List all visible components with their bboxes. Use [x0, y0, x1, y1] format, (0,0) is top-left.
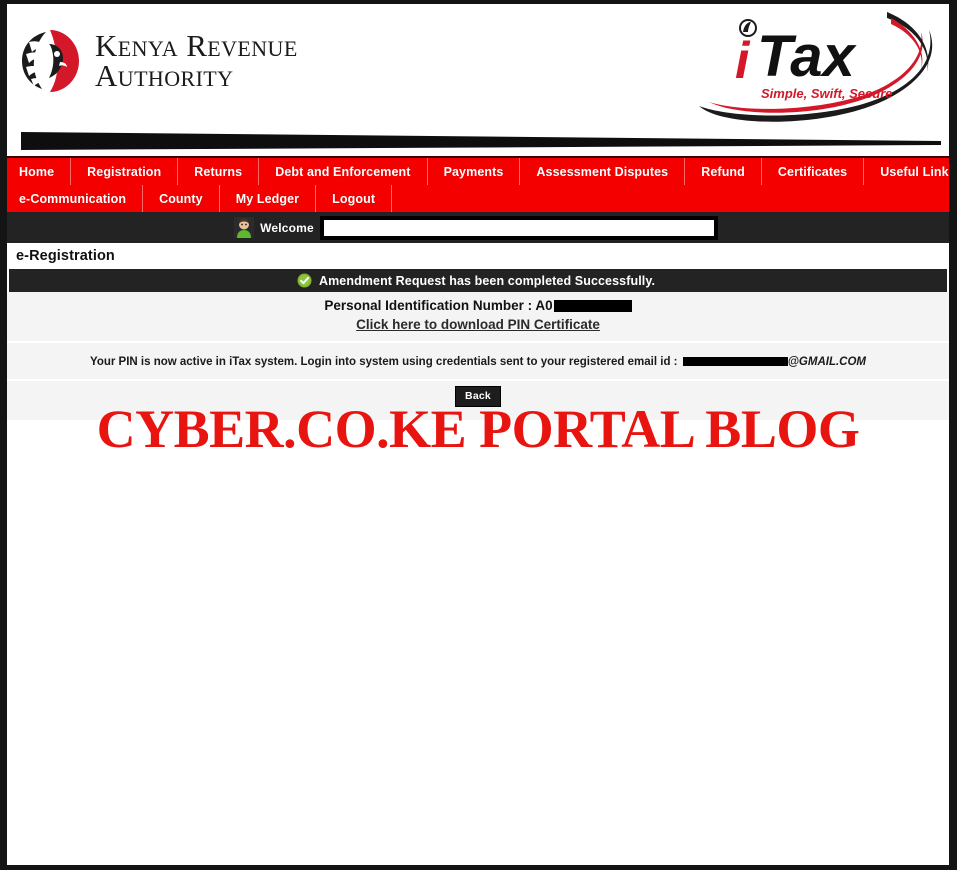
empty-page-body	[7, 422, 949, 842]
itax-logo-icon: i Tax Simple, Swift, Secure	[691, 6, 943, 124]
email-domain: @GMAIL.COM	[787, 356, 866, 368]
main-navigation: Home Registration Returns Debt and Enfor…	[7, 156, 949, 212]
tapered-rule-icon	[21, 132, 941, 150]
welcome-label: Welcome	[260, 220, 314, 235]
email-redaction	[682, 356, 788, 366]
nav-item-returns[interactable]: Returns	[178, 158, 260, 185]
nav-item-refund[interactable]: Refund	[685, 158, 762, 185]
browser-page-frame: Kenya Revenue Authority i Tax Simple, Sw…	[0, 0, 957, 870]
nav-filler-secondary	[392, 185, 949, 212]
kra-line-1: Kenya Revenue	[95, 28, 298, 64]
nav-item-useful-links[interactable]: Useful Links	[864, 158, 949, 185]
kra-wordmark: Kenya Revenue Authority	[95, 28, 298, 93]
pin-certificate-line: Click here to download PIN Certificate	[7, 315, 949, 338]
nav-item-my-ledger[interactable]: My Ledger	[220, 185, 317, 212]
nav-item-certificates[interactable]: Certificates	[762, 158, 865, 185]
success-message-bar: Amendment Request has been completed Suc…	[9, 269, 947, 292]
svg-text:i: i	[735, 32, 751, 90]
download-pin-certificate-link[interactable]: Click here to download PIN Certificate	[356, 317, 600, 332]
green-check-icon	[297, 273, 312, 288]
page-title: e-Registration	[16, 248, 115, 264]
welcome-group: Welcome	[234, 215, 718, 240]
welcome-bar: Welcome	[7, 212, 949, 243]
back-button[interactable]: Back	[455, 386, 501, 407]
nav-item-logout[interactable]: Logout	[316, 185, 393, 212]
site-header: Kenya Revenue Authority i Tax Simple, Sw…	[7, 4, 949, 126]
nav-row-secondary: e-Communication County My Ledger Logout	[7, 185, 949, 212]
email-notice-line: Your PIN is now active in iTax system. L…	[90, 356, 866, 368]
svg-text:Tax: Tax	[757, 24, 858, 89]
pin-row: Personal Identification Number : A0 Clic…	[7, 292, 949, 343]
kra-logo: Kenya Revenue Authority	[16, 28, 298, 94]
itax-tagline: Simple, Swift, Secure	[761, 86, 893, 101]
page-content: Kenya Revenue Authority i Tax Simple, Sw…	[7, 4, 949, 865]
success-group: Amendment Request has been completed Suc…	[297, 273, 655, 288]
nav-item-payments[interactable]: Payments	[428, 158, 521, 185]
nav-item-home[interactable]: Home	[7, 158, 72, 185]
pin-number-line: Personal Identification Number : A0	[324, 298, 632, 313]
nav-item-registration[interactable]: Registration	[71, 158, 179, 185]
nav-item-e-communication[interactable]: e-Communication	[7, 185, 144, 212]
kra-line-2: Authority	[95, 58, 234, 93]
page-title-bar: e-Registration	[7, 243, 949, 269]
nav-item-assessment-disputes[interactable]: Assessment Disputes	[520, 158, 686, 185]
nav-item-debt-and-enforcement[interactable]: Debt and Enforcement	[259, 158, 428, 185]
header-divider	[7, 126, 949, 156]
email-notice-text: Your PIN is now active in iTax system. L…	[90, 356, 681, 368]
nav-item-county[interactable]: County	[143, 185, 220, 212]
username-redaction	[319, 215, 718, 240]
nav-row-primary: Home Registration Returns Debt and Enfor…	[7, 158, 949, 185]
kra-lion-icon	[16, 28, 84, 94]
email-notice-row: Your PIN is now active in iTax system. L…	[7, 343, 949, 381]
actions-row: Back	[7, 381, 949, 422]
success-message: Amendment Request has been completed Suc…	[318, 273, 656, 288]
registration-result-panel: Personal Identification Number : A0 Clic…	[7, 292, 949, 422]
pin-label: Personal Identification Number : A0	[324, 298, 553, 313]
user-avatar-icon	[234, 217, 255, 238]
pin-redaction	[553, 299, 632, 312]
